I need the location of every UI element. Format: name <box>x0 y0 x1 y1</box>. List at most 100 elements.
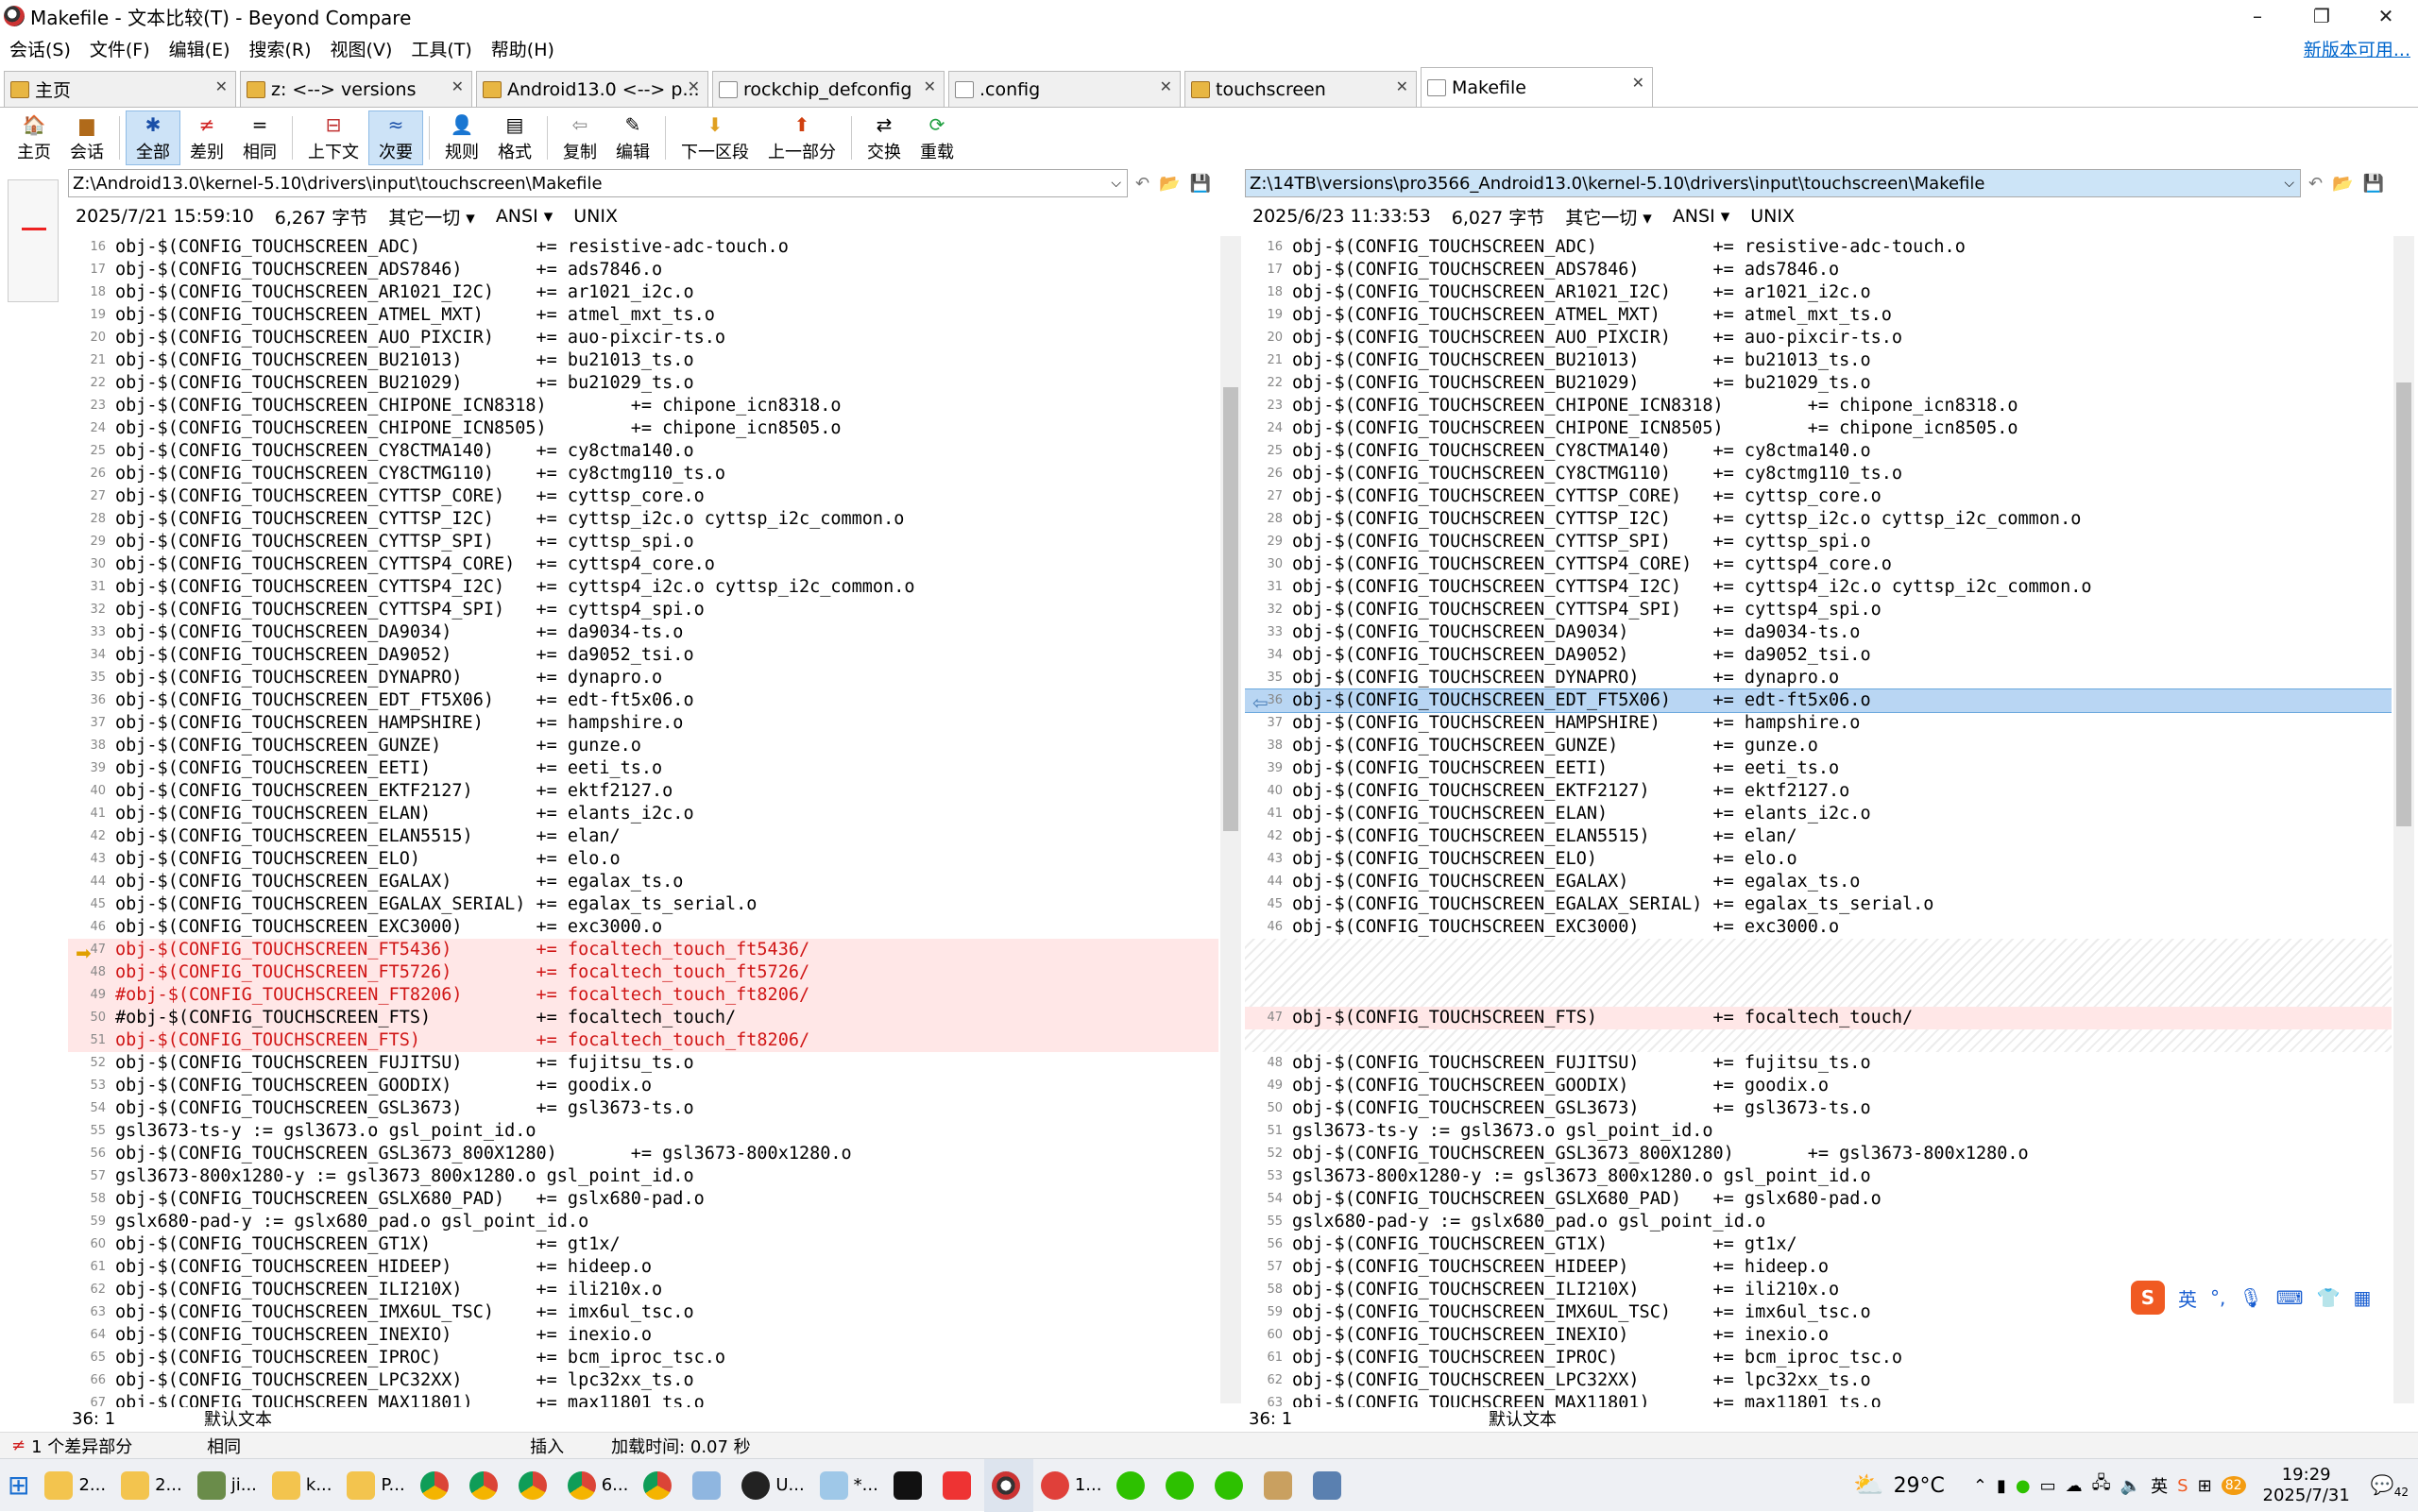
taskbar-chrome-2[interactable] <box>462 1459 511 1512</box>
diff-line[interactable]: 48 obj-$(CONFIG_TOUCHSCREEN_FT5726) += fo… <box>68 961 1218 984</box>
code-line[interactable]: 38 obj-$(CONFIG_TOUCHSCREEN_GUNZE) += gun… <box>1245 735 2392 757</box>
tray-app-icon[interactable]: ▮ <box>1997 1476 2006 1496</box>
taskbar-chrome-1[interactable] <box>413 1459 462 1512</box>
network-icon[interactable]: 🖧 <box>2092 1471 2111 1500</box>
sogou-tray-icon[interactable]: S <box>2177 1476 2188 1496</box>
code-line[interactable]: 45 obj-$(CONFIG_TOUCHSCREEN_EGALAX_SERIAL… <box>1245 893 2392 916</box>
code-line[interactable]: 42 obj-$(CONFIG_TOUCHSCREEN_ELAN5515) += … <box>1245 825 2392 848</box>
close-tab-icon[interactable]: ✕ <box>1396 77 1408 95</box>
code-line[interactable]: 29 obj-$(CONFIG_TOUCHSCREEN_CYTTSP_SPI) +… <box>1245 531 2392 553</box>
left-other-dropdown[interactable]: 其它一切 ▾ <box>388 204 475 229</box>
close-tab-icon[interactable]: ✕ <box>1160 77 1172 95</box>
code-line[interactable]: 58 obj-$(CONFIG_TOUCHSCREEN_GSLX680_PAD) … <box>68 1188 1218 1211</box>
code-line[interactable]: 57 obj-$(CONFIG_TOUCHSCREEN_HIDEEP) += hi… <box>1245 1256 2392 1279</box>
menu-view[interactable]: 视图(V) <box>321 36 402 61</box>
code-line[interactable]: 21 obj-$(CONFIG_TOUCHSCREEN_BU21013) += b… <box>1245 349 2392 372</box>
code-line[interactable]: 22 obj-$(CONFIG_TOUCHSCREEN_BU21029) += b… <box>1245 372 2392 395</box>
left-text-format[interactable]: 默认文本 <box>204 1406 272 1431</box>
diff-line[interactable]: 51 obj-$(CONFIG_TOUCHSCREEN_FTS) += focal… <box>68 1029 1218 1052</box>
code-line[interactable]: 30 obj-$(CONFIG_TOUCHSCREEN_CYTTSP4_CORE)… <box>1245 553 2392 576</box>
taskbar-explorer-k[interactable]: k... <box>264 1459 340 1512</box>
code-line[interactable]: 17 obj-$(CONFIG_TOUCHSCREEN_ADS7846) += a… <box>68 259 1218 281</box>
taskbar-wechat-1[interactable] <box>1109 1459 1158 1512</box>
microphone-icon[interactable]: 🎙 <box>2239 1286 2262 1309</box>
keyboard-icon[interactable]: ⌨ <box>2276 1286 2304 1309</box>
diff-overview-thumbnail[interactable] <box>8 179 59 302</box>
code-line[interactable]: 30 obj-$(CONFIG_TOUCHSCREEN_CYTTSP4_CORE)… <box>68 553 1218 576</box>
open-folder-icon[interactable]: 📂 <box>1159 174 1180 194</box>
reload-button[interactable]: ⟳ 重载 <box>911 110 963 165</box>
code-line[interactable]: 65 obj-$(CONFIG_TOUCHSCREEN_IPROC) += bcm… <box>68 1347 1218 1369</box>
taskbar-chrome-4[interactable] <box>636 1459 685 1512</box>
taskbar-ultraedit[interactable]: U... <box>734 1459 811 1512</box>
badge-82-icon[interactable]: 82 <box>2221 1476 2246 1495</box>
menu-file[interactable]: 文件(F) <box>80 36 160 61</box>
tab-makefile[interactable]: Makefile ✕ <box>1421 67 1653 107</box>
taskbar-cmd[interactable] <box>886 1459 935 1512</box>
code-line[interactable]: 27 obj-$(CONFIG_TOUCHSCREEN_CYTTSP_CORE) … <box>1245 485 2392 508</box>
code-line[interactable]: 35 obj-$(CONFIG_TOUCHSCREEN_DYNAPRO) += d… <box>1245 667 2392 689</box>
close-button[interactable]: ✕ <box>2354 0 2418 32</box>
start-button[interactable]: ⊞ <box>0 1459 37 1512</box>
show-same-button[interactable]: = 相同 <box>233 110 286 165</box>
diff-line[interactable]: 50 #obj-$(CONFIG_TOUCHSCREEN_FTS) += foca… <box>68 1007 1218 1029</box>
taskbar-wechat-2[interactable] <box>1158 1459 1207 1512</box>
volume-icon[interactable]: 🔈 <box>2120 1476 2141 1496</box>
code-line[interactable]: 16 obj-$(CONFIG_TOUCHSCREEN_ADC) += resis… <box>68 236 1218 259</box>
right-text-format[interactable]: 默认文本 <box>1489 1406 1557 1431</box>
show-diffs-button[interactable]: ≠ 差别 <box>180 110 233 165</box>
ime-toolbar[interactable]: S 英 °, 🎙 ⌨ 👕 ▦ <box>2131 1277 2414 1318</box>
code-line[interactable]: 32 obj-$(CONFIG_TOUCHSCREEN_CYTTSP4_SPI) … <box>1245 599 2392 621</box>
weather-temp[interactable]: 29°C <box>1894 1474 1945 1498</box>
code-line[interactable]: 28 obj-$(CONFIG_TOUCHSCREEN_CYTTSP_I2C) +… <box>68 508 1218 531</box>
tab-touchscreen[interactable]: touchscreen ✕ <box>1184 71 1417 107</box>
code-line[interactable]: 24 obj-$(CONFIG_TOUCHSCREEN_CHIPONE_ICN85… <box>68 417 1218 440</box>
session-button[interactable]: ▆ 会话 <box>60 110 113 165</box>
left-scrollbar[interactable] <box>1220 236 1241 1403</box>
code-line[interactable]: 53 gsl3673-800x1280-y := gsl3673_800x1280… <box>1245 1165 2392 1188</box>
open-folder-icon[interactable]: 📂 <box>2332 174 2353 194</box>
grid-tray-icon[interactable]: ⊞ <box>2198 1476 2212 1496</box>
next-section-button[interactable]: ⬇ 下一区段 <box>672 110 758 165</box>
code-line[interactable]: 39 obj-$(CONFIG_TOUCHSCREEN_EETI) += eeti… <box>1245 757 2392 780</box>
close-tab-icon[interactable]: ✕ <box>451 77 464 95</box>
code-line[interactable]: 18 obj-$(CONFIG_TOUCHSCREEN_AR1021_I2C) +… <box>68 281 1218 304</box>
code-line[interactable]: 24 obj-$(CONFIG_TOUCHSCREEN_CHIPONE_ICN85… <box>1245 417 2392 440</box>
code-line[interactable]: 32 obj-$(CONFIG_TOUCHSCREEN_CYTTSP4_SPI) … <box>68 599 1218 621</box>
update-available-link[interactable]: 新版本可用... <box>2304 36 2410 61</box>
close-tab-icon[interactable]: ✕ <box>1632 74 1644 92</box>
code-line[interactable]: 40 obj-$(CONFIG_TOUCHSCREEN_EKTF2127) += … <box>1245 780 2392 803</box>
code-line[interactable]: 48 obj-$(CONFIG_TOUCHSCREEN_FUJITSU) += f… <box>1245 1052 2392 1075</box>
code-line[interactable]: 61 obj-$(CONFIG_TOUCHSCREEN_IPROC) += bcm… <box>1245 1347 2392 1369</box>
diff-line[interactable]: 47 obj-$(CONFIG_TOUCHSCREEN_FT5436) += fo… <box>68 939 1218 961</box>
taskbar-chrome-6[interactable]: 6... <box>560 1459 637 1512</box>
tab-android13[interactable]: Android13.0 <--> p... ✕ <box>476 71 708 107</box>
code-line[interactable]: 35 obj-$(CONFIG_TOUCHSCREEN_DYNAPRO) += d… <box>68 667 1218 689</box>
code-line[interactable]: 42 obj-$(CONFIG_TOUCHSCREEN_ELAN5515) += … <box>68 825 1218 848</box>
code-line[interactable]: 40 obj-$(CONFIG_TOUCHSCREEN_EKTF2127) += … <box>68 780 1218 803</box>
code-line[interactable]: 25 obj-$(CONFIG_TOUCHSCREEN_CY8CTMA140) +… <box>1245 440 2392 463</box>
chevron-up-icon[interactable]: ⌃ <box>1973 1476 1987 1496</box>
code-line[interactable]: 17 obj-$(CONFIG_TOUCHSCREEN_ADS7846) += a… <box>1245 259 2392 281</box>
code-line[interactable]: 54 obj-$(CONFIG_TOUCHSCREEN_GSL3673) += g… <box>68 1097 1218 1120</box>
code-line[interactable]: 34 obj-$(CONFIG_TOUCHSCREEN_DA9052) += da… <box>1245 644 2392 667</box>
close-tab-icon[interactable]: ✕ <box>924 77 936 95</box>
left-eol[interactable]: UNIX <box>573 206 618 227</box>
taskbar-wechat-3[interactable] <box>1207 1459 1256 1512</box>
scroll-thumb[interactable] <box>1223 387 1238 831</box>
code-line[interactable]: 56 obj-$(CONFIG_TOUCHSCREEN_GSL3673_800X1… <box>68 1143 1218 1165</box>
code-line[interactable]: 31 obj-$(CONFIG_TOUCHSCREEN_CYTTSP4_I2C) … <box>68 576 1218 599</box>
rules-button[interactable]: 👤 规则 <box>435 110 488 165</box>
code-line[interactable]: 54 obj-$(CONFIG_TOUCHSCREEN_GSLX680_PAD) … <box>1245 1188 2392 1211</box>
ime-language[interactable]: 英 <box>2178 1284 2197 1312</box>
taskbar-chrome-3[interactable] <box>511 1459 560 1512</box>
show-all-button[interactable]: ✱ 全部 <box>126 110 180 165</box>
code-line[interactable]: 20 obj-$(CONFIG_TOUCHSCREEN_AUO_PIXCIR) +… <box>68 327 1218 349</box>
code-line[interactable]: 53 obj-$(CONFIG_TOUCHSCREEN_GOODIX) += go… <box>68 1075 1218 1097</box>
tab-versions[interactable]: z: <--> versions ✕ <box>240 71 472 107</box>
taskbar-app-ji[interactable]: ji... <box>190 1459 264 1512</box>
code-line[interactable]: 61 obj-$(CONFIG_TOUCHSCREEN_HIDEEP) += hi… <box>68 1256 1218 1279</box>
code-line[interactable]: 18 obj-$(CONFIG_TOUCHSCREEN_AR1021_I2C) +… <box>1245 281 2392 304</box>
code-line[interactable]: 46 obj-$(CONFIG_TOUCHSCREEN_EXC3000) += e… <box>1245 916 2392 939</box>
clock[interactable]: 19:29 2025/7/31 <box>2263 1465 2350 1506</box>
